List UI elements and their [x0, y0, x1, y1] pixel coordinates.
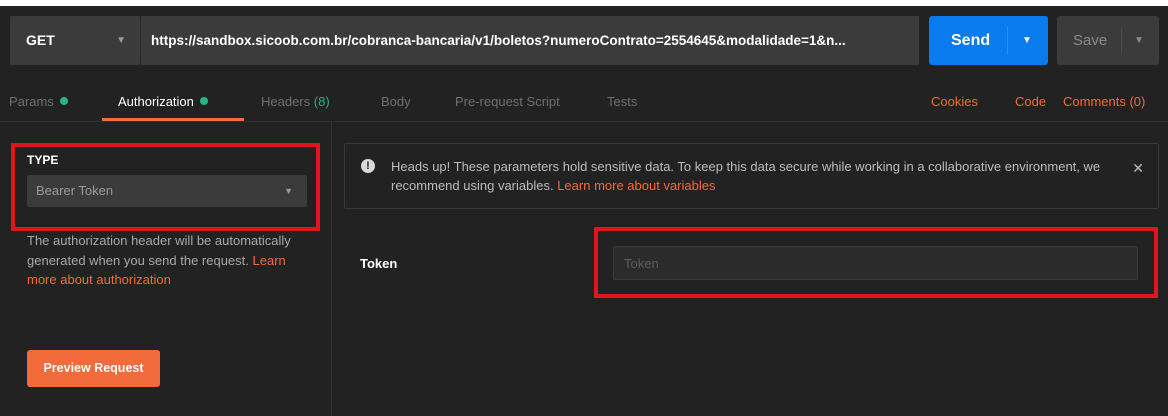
- request-bar: GET ▼ https://sandbox.sicoob.com.br/cobr…: [0, 6, 1168, 82]
- tab-authorization-label: Authorization: [118, 94, 194, 109]
- method-select[interactable]: GET ▼: [10, 16, 140, 65]
- auth-description-text: The authorization header will be automat…: [27, 233, 291, 268]
- save-divider: [1121, 28, 1122, 53]
- tab-pre-request-script-label: Pre-request Script: [455, 94, 560, 109]
- code-link[interactable]: Code: [1015, 94, 1046, 109]
- token-label: Token: [360, 256, 398, 271]
- send-button[interactable]: Send ▼: [929, 16, 1048, 65]
- type-label: TYPE: [27, 153, 59, 167]
- caret-down-icon: ▼: [284, 186, 293, 196]
- close-icon[interactable]: ✕: [1132, 160, 1144, 177]
- url-input[interactable]: https://sandbox.sicoob.com.br/cobranca-b…: [140, 16, 919, 65]
- postman-window: GET ▼ https://sandbox.sicoob.com.br/cobr…: [0, 6, 1168, 416]
- method-label: GET: [26, 32, 55, 48]
- caret-down-icon[interactable]: ▼: [1134, 16, 1144, 65]
- active-tab-indicator: [102, 118, 244, 121]
- send-label: Send: [951, 32, 991, 49]
- tab-params-label: Params: [9, 94, 54, 109]
- sensitive-data-alert: ! Heads up! These parameters hold sensit…: [344, 143, 1159, 209]
- tab-tests-label: Tests: [607, 94, 638, 109]
- token-input[interactable]: [613, 246, 1138, 280]
- alert-message: Heads up! These parameters hold sensitiv…: [391, 159, 1101, 193]
- caret-down-icon[interactable]: ▼: [1022, 16, 1032, 65]
- auth-type-value: Bearer Token: [36, 183, 114, 198]
- auth-description: The authorization header will be automat…: [27, 231, 317, 290]
- status-dot-icon: [59, 97, 68, 105]
- status-dot-icon: [199, 97, 208, 105]
- tab-tests[interactable]: Tests: [607, 94, 637, 109]
- learn-more-variables-link[interactable]: Learn more about variables: [557, 178, 715, 193]
- caret-down-icon: ▼: [116, 35, 126, 46]
- alert-text: Heads up! These parameters hold sensitiv…: [391, 157, 1111, 195]
- tab-body-label: Body: [381, 94, 411, 109]
- auth-type-select[interactable]: Bearer Token ▼: [27, 175, 307, 207]
- preview-request-button[interactable]: Preview Request: [27, 350, 160, 387]
- save-button[interactable]: Save ▼: [1057, 16, 1159, 65]
- send-divider: [1007, 26, 1008, 55]
- tab-headers[interactable]: Headers (8): [261, 94, 330, 109]
- cookies-link[interactable]: Cookies: [931, 94, 978, 109]
- auth-type-panel: TYPE Bearer Token ▼ The authorization he…: [0, 122, 332, 416]
- headers-count-badge: (8): [313, 94, 330, 109]
- tab-authorization[interactable]: Authorization: [118, 94, 208, 109]
- info-icon: !: [361, 159, 375, 173]
- tab-params[interactable]: Params: [9, 94, 68, 109]
- comments-link[interactable]: Comments (0): [1063, 94, 1145, 109]
- tab-body[interactable]: Body: [381, 94, 411, 109]
- request-tabs: Params Authorization Headers (8) Body Pr…: [0, 82, 1168, 122]
- tab-pre-request-script[interactable]: Pre-request Script: [455, 94, 560, 109]
- save-label: Save: [1073, 32, 1108, 49]
- tab-headers-label: Headers: [261, 94, 311, 109]
